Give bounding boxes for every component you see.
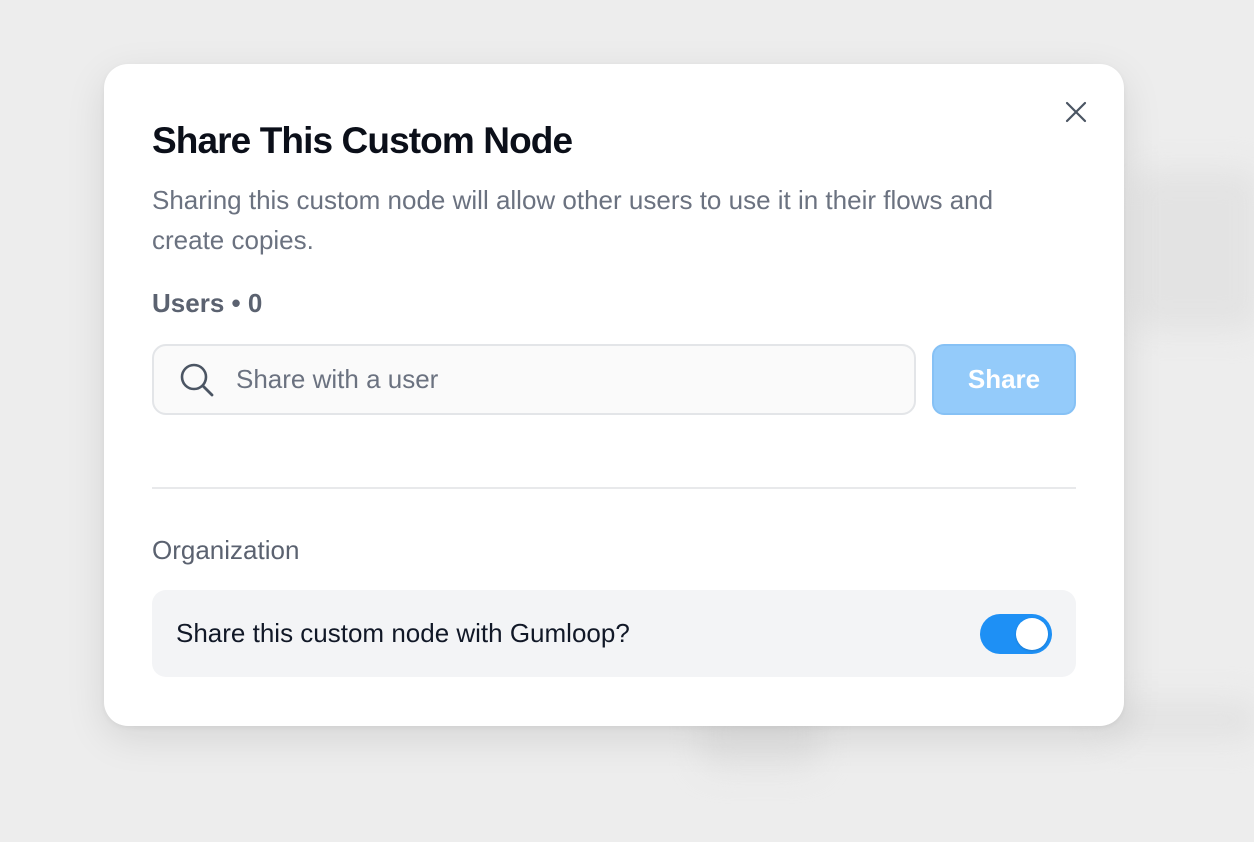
search-input[interactable] (234, 363, 878, 396)
organization-share-label: Share this custom node with Gumloop? (176, 618, 630, 648)
dialog-title: Share This Custom Node (152, 120, 573, 161)
toggle-knob (1016, 617, 1048, 650)
dialog-description: Sharing this custom node will allow othe… (152, 185, 994, 255)
divider (152, 487, 1076, 489)
organization-heading: Organization (152, 535, 300, 565)
users-count-label: Users • 0 (152, 288, 263, 318)
share-button[interactable]: Share (932, 344, 1076, 415)
search-icon (178, 361, 216, 399)
share-user-search[interactable] (152, 344, 916, 415)
close-button[interactable] (1062, 98, 1090, 126)
share-dialog: Share This Custom Node Sharing this cust… (104, 64, 1124, 726)
organization-share-row: Share this custom node with Gumloop? (152, 590, 1076, 677)
close-icon (1065, 101, 1087, 123)
background-blur (1130, 170, 1254, 330)
share-with-org-toggle[interactable] (980, 613, 1052, 654)
